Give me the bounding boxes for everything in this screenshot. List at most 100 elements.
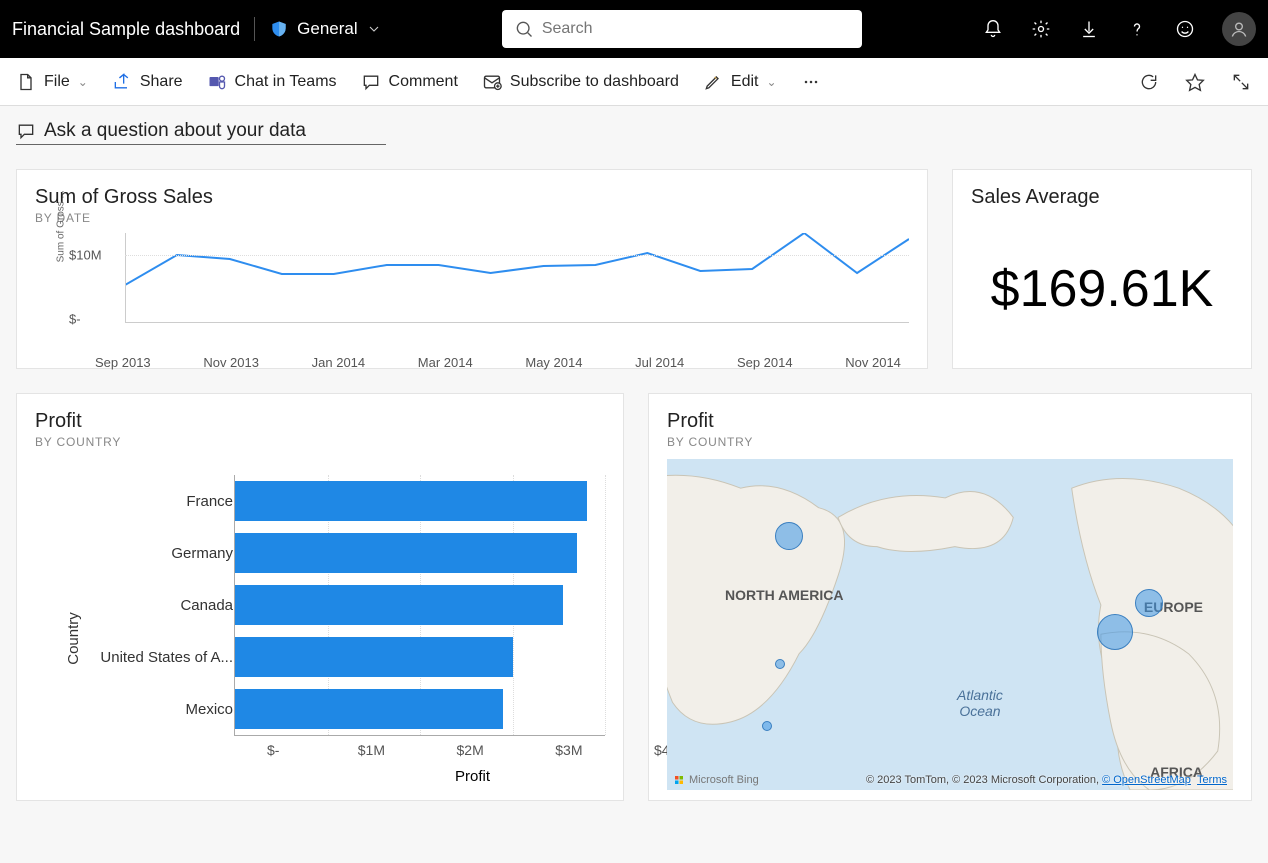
x-tick: $-	[267, 742, 279, 758]
map-background	[667, 459, 1233, 790]
x-tick: $2M	[457, 742, 484, 758]
y-axis-label: Sum of Gross ...	[56, 190, 67, 262]
subscribe-button[interactable]: Subscribe to dashboard	[482, 72, 679, 92]
map-attribution: Microsoft Bing © 2023 TomTom, © 2023 Mic…	[667, 770, 1233, 790]
person-icon	[1229, 19, 1249, 39]
chevron-down-icon	[366, 21, 382, 37]
more-button[interactable]	[801, 72, 821, 92]
more-icon	[801, 72, 821, 92]
map-bubble-germany[interactable]	[1135, 589, 1163, 617]
comment-icon	[361, 72, 381, 92]
file-label: File	[44, 73, 70, 91]
dashboard-canvas: Ask a question about your data Sum of Gr…	[0, 106, 1268, 825]
download-icon	[1079, 19, 1099, 39]
search-input[interactable]	[542, 20, 850, 38]
edit-menu[interactable]: Edit ⌄	[703, 72, 777, 92]
chevron-down-icon: ⌄	[766, 75, 776, 89]
x-axis: $- $1M $2M $3M $4M	[275, 742, 670, 758]
feedback-button[interactable]	[1174, 18, 1196, 40]
x-tick: Nov 2014	[845, 355, 901, 370]
gear-icon	[1031, 19, 1051, 39]
y-tick: $-	[69, 312, 81, 327]
kpi-value: $169.61K	[971, 259, 1233, 319]
share-button[interactable]: Share	[112, 72, 183, 92]
map-bubble-mexico[interactable]	[762, 721, 772, 731]
account-button[interactable]	[1222, 12, 1256, 46]
tile-title: Profit	[667, 410, 1233, 433]
bar-label: Germany	[65, 545, 245, 562]
tile-subtitle: BY COUNTRY	[35, 435, 605, 449]
comment-button[interactable]: Comment	[361, 72, 458, 92]
qna-placeholder: Ask a question about your data	[44, 120, 306, 142]
teams-icon: T	[207, 72, 227, 92]
svg-text:T: T	[212, 79, 216, 86]
tile-profit-bar[interactable]: Profit BY COUNTRY Country Franc	[16, 393, 624, 801]
bar-label: United States of A...	[65, 649, 245, 666]
map-bubble-canada[interactable]	[775, 522, 803, 550]
help-button[interactable]	[1126, 18, 1148, 40]
osm-link[interactable]: © OpenStreetMap	[1102, 774, 1191, 786]
download-button[interactable]	[1078, 18, 1100, 40]
shield-icon	[269, 19, 289, 39]
search-icon	[514, 19, 534, 39]
x-tick: Sep 2014	[737, 355, 793, 370]
line-chart	[125, 233, 909, 323]
refresh-button[interactable]	[1138, 71, 1160, 93]
bar-label: Canada	[65, 597, 245, 614]
x-tick: May 2014	[525, 355, 582, 370]
bar-chart	[234, 475, 605, 736]
x-tick: $1M	[358, 742, 385, 758]
tile-title: Sales Average	[971, 186, 1233, 209]
tile-title: Profit	[35, 410, 605, 433]
bell-icon	[983, 19, 1003, 39]
x-tick: $3M	[555, 742, 582, 758]
x-tick: Sep 2013	[95, 355, 151, 370]
smiley-icon	[1175, 19, 1195, 39]
x-tick: Nov 2013	[203, 355, 259, 370]
file-menu[interactable]: File ⌄	[16, 72, 88, 92]
help-icon	[1127, 19, 1147, 39]
share-icon	[112, 72, 132, 92]
map-visual[interactable]: NORTH AMERICA EUROPE AFRICA AtlanticOcea…	[667, 459, 1233, 790]
qna-input[interactable]: Ask a question about your data	[16, 120, 386, 145]
x-tick: Mar 2014	[418, 355, 473, 370]
terms-link[interactable]: Terms	[1197, 774, 1227, 786]
x-axis-label: Profit	[275, 768, 670, 785]
bar-label: France	[65, 493, 245, 510]
ocean-label: AtlanticOcean	[957, 687, 1003, 719]
x-tick: Jan 2014	[312, 355, 366, 370]
x-tick: Jul 2014	[635, 355, 684, 370]
tile-profit-map[interactable]: Profit BY COUNTRY NORTH AMERICA EUROPE A…	[648, 393, 1252, 801]
chevron-down-icon: ⌄	[78, 75, 88, 89]
tile-subtitle: BY COUNTRY	[667, 435, 1233, 449]
search-box[interactable]	[502, 10, 862, 48]
edit-label: Edit	[731, 73, 759, 91]
sensitivity-label[interactable]: General	[269, 19, 381, 39]
divider	[254, 17, 255, 41]
settings-button[interactable]	[1030, 18, 1052, 40]
chat-label: Chat in Teams	[235, 73, 337, 91]
file-icon	[16, 72, 36, 92]
favorite-button[interactable]	[1184, 71, 1206, 93]
fullscreen-icon	[1231, 72, 1251, 92]
map-bubble-usa[interactable]	[775, 659, 785, 669]
star-icon	[1185, 72, 1205, 92]
header-bar: Financial Sample dashboard General	[0, 0, 1268, 58]
x-axis: Sep 2013 Nov 2013 Jan 2014 Mar 2014 May …	[95, 355, 901, 370]
y-tick: $10M	[69, 248, 102, 263]
bing-icon	[673, 774, 685, 786]
continent-label: NORTH AMERICA	[725, 587, 843, 603]
pencil-icon	[703, 72, 723, 92]
tile-subtitle: BY DATE	[35, 211, 909, 225]
fullscreen-button[interactable]	[1230, 71, 1252, 93]
comment-label: Comment	[389, 73, 458, 91]
comment-icon	[16, 121, 36, 141]
toolbar: File ⌄ Share T Chat in Teams Comment Sub…	[0, 58, 1268, 106]
map-bubble-france[interactable]	[1097, 614, 1133, 650]
chat-teams-button[interactable]: T Chat in Teams	[207, 72, 337, 92]
tile-gross-sales-line[interactable]: Sum of Gross Sales BY DATE Sum of Gross …	[16, 169, 928, 369]
subscribe-icon	[482, 72, 502, 92]
tile-sales-average[interactable]: Sales Average $169.61K	[952, 169, 1252, 369]
notifications-button[interactable]	[982, 18, 1004, 40]
sensitivity-text: General	[297, 19, 357, 39]
